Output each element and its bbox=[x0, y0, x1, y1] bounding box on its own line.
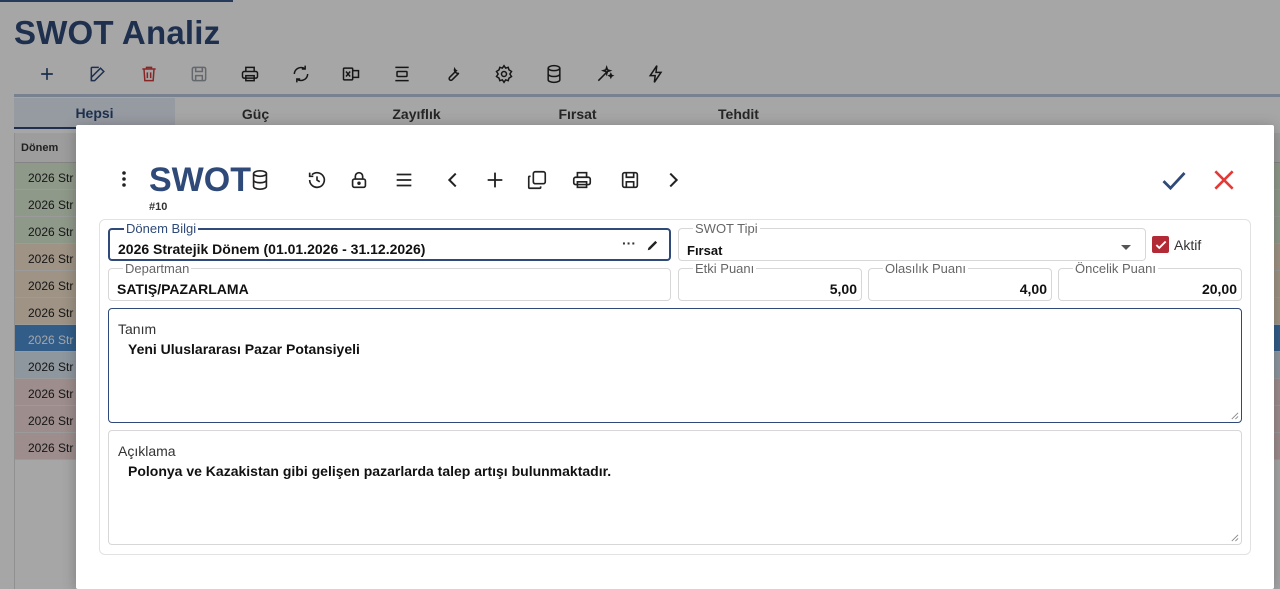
etki-puani-value: 5,00 bbox=[829, 281, 857, 297]
donem-field[interactable]: Dönem Bilgi 2026 Stratejik Dönem (01.01.… bbox=[108, 222, 671, 261]
oncelik-puani-field[interactable]: Öncelik Puanı 20,00 bbox=[1058, 262, 1242, 301]
record-id: #10 bbox=[149, 201, 168, 213]
menu-button[interactable] bbox=[392, 168, 416, 192]
copy-button[interactable] bbox=[525, 168, 549, 192]
resize-handle-icon[interactable] bbox=[1230, 533, 1239, 542]
oncelik-puani-value: 20,00 bbox=[1201, 281, 1237, 297]
departman-label: Departman bbox=[123, 261, 192, 276]
dialog-title: SWOT bbox=[149, 161, 251, 199]
menu-icon bbox=[396, 173, 412, 187]
save-icon bbox=[621, 171, 639, 189]
donem-value: 2026 Stratejik Dönem (01.01.2026 - 31.12… bbox=[118, 241, 426, 257]
history-button[interactable] bbox=[305, 168, 329, 192]
aciklama-label: Açıklama bbox=[118, 443, 176, 459]
chevron-down-icon bbox=[1121, 245, 1131, 250]
pencil-icon[interactable] bbox=[646, 238, 660, 252]
checkmark-icon bbox=[1155, 240, 1166, 249]
chevron-left-icon bbox=[447, 172, 457, 188]
tanim-label: Tanım bbox=[118, 321, 157, 337]
olasilik-puani-field[interactable]: Olasılık Puanı 4,00 bbox=[868, 262, 1052, 301]
aktif-checkbox[interactable] bbox=[1152, 236, 1169, 253]
history-icon bbox=[308, 171, 326, 189]
lock-icon bbox=[351, 171, 367, 189]
close-button[interactable] bbox=[1209, 165, 1239, 195]
add-icon bbox=[487, 172, 503, 188]
print-button[interactable] bbox=[570, 168, 594, 192]
etki-puani-field[interactable]: Etki Puanı 5,00 bbox=[678, 262, 862, 301]
departman-field[interactable]: Departman SATIŞ/PAZARLAMA bbox=[108, 262, 671, 301]
aciklama-textarea[interactable]: Açıklama Polonya ve Kazakistan gibi geli… bbox=[108, 430, 1242, 545]
lock-button[interactable] bbox=[347, 168, 371, 192]
aktif-label: Aktif bbox=[1174, 237, 1202, 253]
olasilik-puani-value: 4,00 bbox=[1019, 281, 1047, 297]
swot-tipi-select[interactable]: SWOT Tipi Fırsat bbox=[678, 222, 1146, 261]
database-button[interactable] bbox=[248, 168, 272, 192]
swot-tipi-value: Fırsat bbox=[687, 243, 723, 258]
close-icon bbox=[1214, 170, 1234, 190]
aciklama-value: Polonya ve Kazakistan gibi gelişen pazar… bbox=[128, 463, 612, 479]
previous-button[interactable] bbox=[441, 168, 465, 192]
next-button[interactable] bbox=[661, 168, 685, 192]
resize-handle-icon[interactable] bbox=[1230, 411, 1239, 420]
departman-value: SATIŞ/PAZARLAMA bbox=[117, 281, 249, 297]
kebab-icon bbox=[122, 171, 126, 187]
donem-label: Dönem Bilgi bbox=[124, 221, 199, 236]
copy-icon bbox=[527, 170, 547, 190]
etki-puani-label: Etki Puanı bbox=[693, 261, 757, 276]
more-options-icon[interactable]: ··· bbox=[622, 235, 636, 251]
chevron-right-icon bbox=[669, 172, 679, 188]
olasilik-puani-label: Olasılık Puanı bbox=[883, 261, 968, 276]
tanim-value: Yeni Uluslararası Pazar Potansiyeli bbox=[128, 341, 360, 357]
tanim-textarea[interactable]: Tanım Yeni Uluslararası Pazar Potansiyel… bbox=[108, 308, 1242, 423]
more-menu-button[interactable] bbox=[114, 169, 134, 189]
swot-tipi-label: SWOT Tipi bbox=[693, 221, 760, 236]
confirm-button[interactable] bbox=[1159, 165, 1189, 195]
print-icon bbox=[572, 171, 592, 189]
oncelik-puani-label: Öncelik Puanı bbox=[1073, 261, 1158, 276]
check-icon bbox=[1162, 172, 1186, 191]
database-icon bbox=[252, 170, 268, 190]
save-button[interactable] bbox=[618, 168, 642, 192]
new-record-button[interactable] bbox=[483, 168, 507, 192]
